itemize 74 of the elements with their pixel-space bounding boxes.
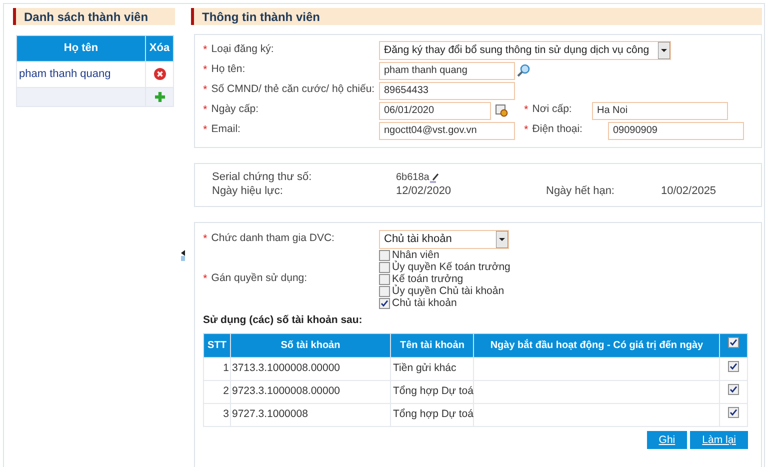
pen-icon[interactable] (429, 172, 440, 182)
checkbox[interactable] (379, 274, 390, 284)
column-header: Xóa (146, 36, 174, 62)
delete-icon[interactable] (154, 68, 166, 80)
role-dropdown[interactable]: Chủ tài khoản (379, 230, 509, 248)
table-cell: Tiền gửi khác (390, 357, 474, 380)
field-label: Serial chứng thư số: (212, 170, 313, 186)
input-field[interactable]: 06/01/2020 (379, 102, 491, 120)
permission-label: Chủ tài khoản (392, 297, 457, 309)
permission-label: Ủy quyền Kế toán trưởng (392, 261, 510, 273)
column-header: STT (204, 333, 230, 358)
input-field[interactable]: pham thanh quang (379, 62, 515, 80)
valid-to-value: 10/02/2025 (661, 184, 716, 199)
table-cell: Tổng hợp Dự toá (390, 403, 474, 426)
permission-label: Kế toán trưởng (392, 273, 464, 285)
input-field[interactable]: 89654433 (379, 82, 515, 100)
reset-button[interactable]: Làm lại (690, 430, 748, 449)
input-field[interactable]: ngoctt04@vst.gov.vn (379, 122, 515, 140)
column-header: Ngày bắt đầu hoạt động - Có giá trị đến ngày (474, 333, 720, 358)
registration-type-dropdown[interactable]: Đăng ký thay đổi bổ sung thông tin sử dụng dịch vụ công (379, 41, 671, 60)
field-label: Nơi cấp: (532, 102, 572, 118)
column-header: Số tài khoản (230, 333, 390, 358)
input-field[interactable]: 09090909 (608, 122, 744, 140)
required-mark: * (524, 103, 528, 118)
table-cell: 1 (204, 357, 230, 380)
checkbox[interactable] (379, 262, 390, 272)
checkbox[interactable] (728, 337, 739, 348)
checkbox[interactable] (728, 360, 739, 372)
search-icon[interactable] (517, 64, 530, 77)
section-header: Danh sách thành viên (13, 8, 175, 25)
permission-label: Nhân viên (392, 249, 440, 261)
checkbox[interactable] (379, 286, 390, 296)
field-label: Điện thoại: (532, 122, 582, 138)
required-mark: * (203, 123, 208, 138)
required-mark: * (203, 272, 208, 287)
column-header: Họ tên (16, 36, 146, 62)
column-header: Tên tài khoản (390, 333, 474, 358)
table-cell: Tổng hợp Dự toá (390, 380, 474, 404)
table-cell: 3 (204, 403, 230, 426)
collapse-arrow-icon[interactable] (180, 249, 186, 261)
required-mark: * (203, 83, 208, 98)
field-label: Ngày cấp: (211, 102, 259, 118)
accounts-title: Sử dụng (các) số tài khoản sau: (203, 313, 364, 328)
field-label: Họ tên: (211, 62, 246, 78)
dropdown-arrow-icon[interactable] (496, 230, 508, 248)
input-field[interactable]: Ha Noi (592, 102, 728, 120)
table-cell: 2 (204, 380, 230, 404)
field-label: Loại đăng ký: (211, 42, 274, 58)
required-mark: * (203, 103, 208, 118)
add-icon[interactable] (154, 90, 166, 103)
field-label: Ngày hết hạn: (546, 184, 616, 199)
table-cell: 3713.3.1000008.00000 (230, 357, 390, 380)
valid-from-value: 12/02/2020 (396, 184, 452, 199)
serial-value: 6b618a (396, 171, 430, 185)
table-cell: 9723.3.1000008.00000 (230, 380, 390, 404)
checkbox[interactable] (728, 384, 739, 395)
field-label: Chức danh tham gia DVC: (211, 230, 334, 246)
dropdown-arrow-icon[interactable] (658, 42, 670, 59)
table-cell: 9727.3.1000008 (230, 403, 390, 426)
checkbox[interactable] (379, 250, 390, 260)
checkbox[interactable] (728, 406, 739, 418)
section-header: Thông tin thành viên (191, 8, 762, 25)
required-mark: * (524, 123, 528, 138)
field-label: Gán quyền sử dụng: (211, 270, 308, 286)
required-mark: * (203, 63, 208, 78)
field-label: Email: (211, 122, 240, 138)
permission-label: Ủy quyền Chủ tài khoản (392, 285, 504, 297)
required-mark: * (203, 43, 208, 58)
field-label: Số CMND/ thẻ căn cước/ hộ chiếu: (211, 82, 375, 98)
save-button[interactable]: Ghi (646, 430, 688, 449)
calendar-icon[interactable] (495, 104, 508, 117)
required-mark: * (203, 232, 208, 247)
field-label: Ngày hiệu lực: (212, 184, 284, 199)
checkbox[interactable] (379, 298, 390, 308)
